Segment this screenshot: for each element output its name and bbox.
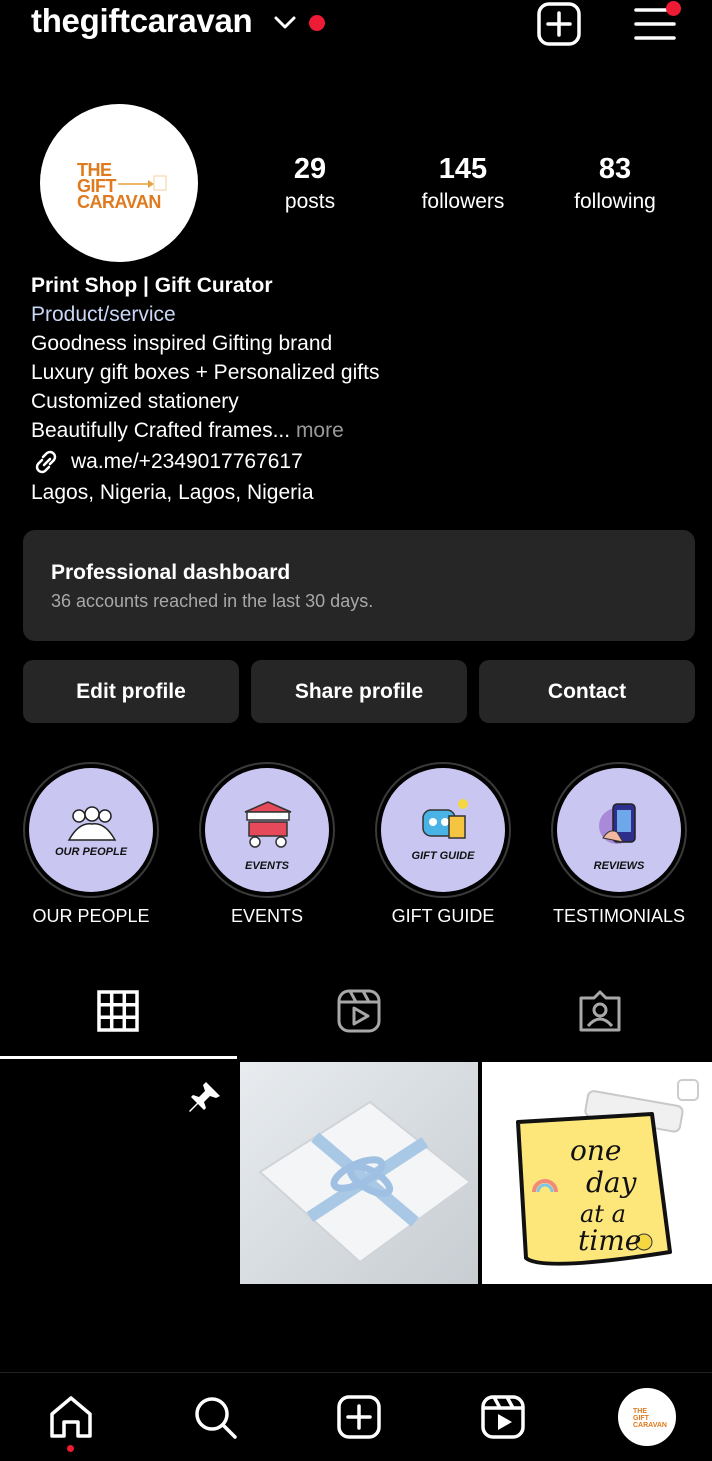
stat-following[interactable]: 83 following (540, 152, 690, 218)
create-icon[interactable] (336, 1394, 382, 1440)
caravan-logo-icon (118, 175, 167, 191)
nav-logo-line3: CARAVAN (633, 1422, 667, 1429)
bio-line: Goodness inspired Gifting brand (31, 332, 333, 355)
highlight-cover: EVENTS (205, 768, 329, 892)
tagged-icon[interactable] (577, 988, 623, 1034)
menu-notification-dot (666, 1, 681, 16)
username-switcher[interactable]: thegiftcaravan (31, 2, 253, 40)
people-icon (67, 806, 117, 841)
highlight-label: TESTIMONIALS (552, 906, 686, 926)
nav-logo-line2: GIFT (633, 1415, 649, 1422)
pin-icon (189, 1082, 220, 1112)
stat-label: following (574, 190, 656, 213)
search-icon[interactable] (192, 1394, 238, 1440)
note-word: one (570, 1134, 621, 1167)
stat-label: posts (284, 190, 336, 213)
edit-profile-button[interactable]: Edit profile (23, 660, 239, 723)
highlight-cover-caption: GIFT GUIDE (411, 850, 475, 862)
nav-logo-line1: THE (633, 1408, 647, 1415)
phone-icon (599, 803, 636, 844)
profile-category: Product/service (31, 303, 176, 326)
grid-icon[interactable] (95, 988, 141, 1034)
active-tab-indicator (0, 1056, 237, 1059)
note-word: day (586, 1166, 638, 1199)
bio-line-text: Beautifully Crafted frames... (31, 419, 291, 442)
bio-more-link[interactable]: more (290, 419, 344, 442)
highlight-cover: REVIEWS (557, 768, 681, 892)
reels-icon[interactable] (336, 988, 382, 1034)
highlight-cover-caption: EVENTS (244, 860, 289, 872)
highlight-cover: GIFT GUIDE (381, 768, 505, 892)
bio-line: Beautifully Crafted frames... more (31, 416, 344, 445)
post-thumbnail-note[interactable]: one day at a time (482, 1062, 712, 1284)
reels-nav-icon[interactable] (480, 1394, 526, 1440)
highlight-label: OUR PEOPLE (32, 906, 150, 926)
highlight-cover-caption: REVIEWS (593, 860, 645, 872)
bio-line: Luxury gift boxes + Personalized gifts (31, 361, 380, 384)
bio-line: Customized stationery (31, 390, 239, 413)
chevron-down-icon[interactable] (272, 12, 298, 34)
gift-box-image (258, 1100, 472, 1264)
dashboard-title: Professional dashboard (51, 561, 291, 584)
stat-label: followers (421, 190, 505, 213)
stat-value: 145 (438, 153, 488, 185)
link-icon (35, 450, 57, 474)
contact-button[interactable]: Contact (479, 660, 695, 723)
stat-followers[interactable]: 145 followers (388, 152, 538, 218)
highlight-cover: OUR PEOPLE (29, 768, 153, 892)
notification-dot (309, 15, 325, 31)
stat-value: 83 (598, 153, 632, 185)
highlight-label: GIFT GUIDE (391, 906, 495, 926)
highlight-label: EVENTS (230, 906, 304, 926)
create-post-icon[interactable] (536, 1, 582, 47)
profile-name: Print Shop | Gift Curator (31, 274, 273, 297)
post-thumbnail-gift-box[interactable] (240, 1062, 478, 1284)
dashboard-subtitle: 36 accounts reached in the last 30 days. (51, 591, 374, 611)
cart-icon (244, 801, 292, 848)
professional-dashboard[interactable]: Professional dashboard 36 accounts reach… (23, 530, 695, 641)
highlight-cover-caption: OUR PEOPLE (54, 846, 128, 858)
share-profile-button[interactable]: Share profile (251, 660, 467, 723)
bio-location: Lagos, Nigeria, Lagos, Nigeria (31, 481, 314, 504)
home-notification-dot (67, 1445, 74, 1452)
stat-value: 29 (293, 153, 327, 185)
note-word: time (578, 1224, 641, 1257)
stat-posts[interactable]: 29 posts (235, 152, 385, 218)
bio-link[interactable]: wa.me/+2349017767617 (71, 447, 303, 476)
home-icon[interactable] (48, 1394, 94, 1440)
robot-icon (422, 799, 468, 839)
profile-nav-avatar[interactable]: THE GIFT CARAVAN (618, 1388, 676, 1446)
sticky-note-image: one day at a time (516, 1079, 699, 1266)
profile-avatar[interactable]: THE GIFT CARAVAN (40, 104, 198, 262)
